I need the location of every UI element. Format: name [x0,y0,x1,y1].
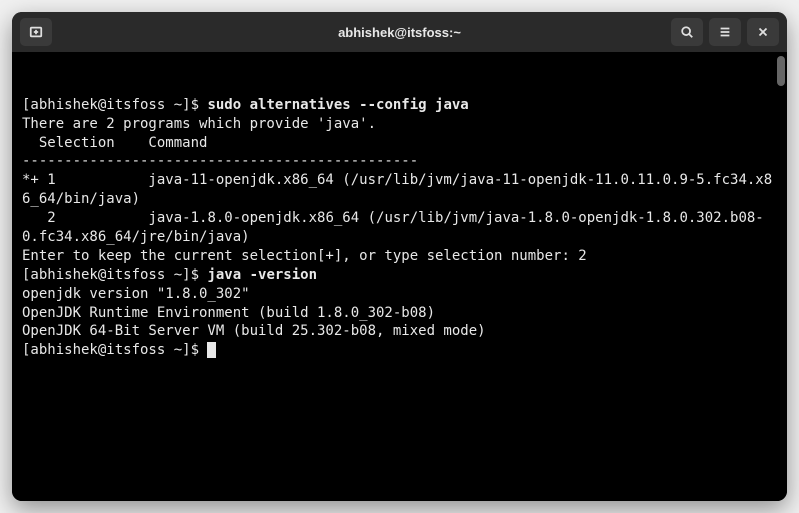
terminal-line: Selection Command [22,134,777,153]
terminal-line: ----------------------------------------… [22,152,777,171]
terminal-body[interactable]: [abhishek@itsfoss ~]$ sudo alternatives … [12,52,787,501]
terminal-line: openjdk version "1.8.0_302" [22,285,777,304]
terminal-line: [abhishek@itsfoss ~]$ [22,341,777,360]
terminal-line: OpenJDK Runtime Environment (build 1.8.0… [22,304,777,323]
terminal-line: 2 java-1.8.0-openjdk.x86_64 (/usr/lib/jv… [22,209,777,247]
close-icon [756,25,770,39]
menu-button[interactable] [709,18,741,46]
terminal-line: *+ 1 java-11-openjdk.x86_64 (/usr/lib/jv… [22,171,777,209]
prompt: [abhishek@itsfoss ~]$ [22,267,207,283]
command-text: java -version [207,267,317,283]
prompt: [abhishek@itsfoss ~]$ [22,342,207,358]
terminal-line: [abhishek@itsfoss ~]$ sudo alternatives … [22,96,777,115]
terminal-line: There are 2 programs which provide 'java… [22,115,777,134]
terminal-line: [abhishek@itsfoss ~]$ java -version [22,266,777,285]
terminal-line: OpenJDK 64-Bit Server VM (build 25.302-b… [22,322,777,341]
hamburger-icon [718,25,732,39]
cursor [207,342,216,358]
search-icon [680,25,694,39]
titlebar: abhishek@itsfoss:~ [12,12,787,52]
prompt: [abhishek@itsfoss ~]$ [22,97,207,113]
new-tab-icon [29,25,43,39]
search-button[interactable] [671,18,703,46]
scrollbar[interactable] [777,56,785,86]
close-button[interactable] [747,18,779,46]
new-tab-button[interactable] [20,18,52,46]
window-title: abhishek@itsfoss:~ [338,25,461,40]
terminal-line: Enter to keep the current selection[+], … [22,247,777,266]
command-text: sudo alternatives --config java [207,97,468,113]
terminal-window: abhishek@itsfoss:~ [12,12,787,501]
